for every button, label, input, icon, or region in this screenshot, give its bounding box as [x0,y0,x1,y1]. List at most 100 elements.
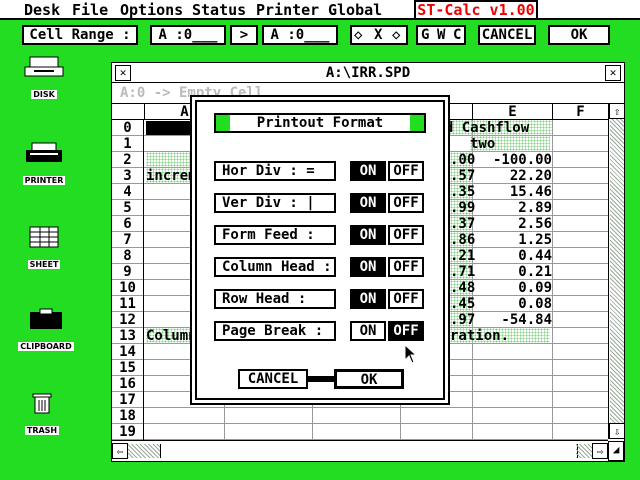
row-number[interactable]: 13 [112,328,144,344]
hor-div-on-button[interactable]: ON [350,161,386,181]
table-cell[interactable]: 1.25 [472,232,552,248]
row-number[interactable]: 19 [112,424,144,440]
resize-icon[interactable]: ◢ [608,441,624,461]
row-number[interactable]: 10 [112,280,144,296]
from-cell-field[interactable]: A :0___ [150,25,226,45]
table-cell[interactable]: .71 [450,264,475,280]
row-number[interactable]: 5 [112,200,144,216]
w-button[interactable]: W [437,27,445,43]
toolbar-ok-button[interactable]: OK [548,25,610,45]
menu-global[interactable]: Global [328,1,382,19]
table-cell[interactable]: 22.20 [472,168,552,184]
menu-options[interactable]: Options [120,1,183,19]
table-cell[interactable]: .21 [450,248,475,264]
menu-status[interactable]: Status [192,1,246,19]
desktop-icon-printer[interactable]: PRINTER [12,142,76,187]
row-number[interactable]: 3 [112,168,144,184]
vertical-scrollbar[interactable]: ⇧ ⇩ [608,103,625,439]
table-cell[interactable]: .00 [450,152,475,168]
form-feed-off-button[interactable]: OFF [388,225,424,245]
table-cell[interactable]: .97 [450,312,475,328]
row-number[interactable]: 1 [112,136,144,152]
column-head-on-button[interactable]: ON [350,257,386,277]
range-arrow-button[interactable]: > [230,25,258,45]
hor-div-off-button[interactable]: OFF [388,161,424,181]
scroll-left-icon[interactable]: ⇦ [112,443,128,459]
table-cell[interactable]: .48 [450,280,475,296]
table-cell[interactable]: -100.00 [472,152,552,168]
table-cell[interactable]: .35 [450,184,475,200]
table-cell[interactable]: .99 [450,200,475,216]
row-number[interactable]: 17 [112,392,144,408]
table-cell[interactable]: 15.46 [472,184,552,200]
scroll-track[interactable] [610,119,624,423]
row-number[interactable]: 14 [112,344,144,360]
scroll-up-icon[interactable]: ⇧ [609,103,625,119]
option-hor-div[interactable]: Hor Div : = [214,161,336,181]
row-number[interactable]: 0 [112,120,144,136]
option-form-feed[interactable]: Form Feed : [214,225,336,245]
scroll-track[interactable] [576,444,592,458]
menu-file[interactable]: File [72,1,108,19]
c-button[interactable]: C [453,27,461,43]
to-cell-field[interactable]: A :0___ [262,25,338,45]
option-column-head[interactable]: Column Head : [214,257,336,277]
form-feed-on-button[interactable]: ON [350,225,386,245]
table-cell[interactable]: .45 [450,296,475,312]
scroll-right-icon[interactable]: ⇨ [592,443,608,459]
table-cell[interactable]: -54.84 [472,312,552,328]
window-title-bar[interactable]: ✕ A:\IRR.SPD ✕ [112,63,624,83]
table-cell[interactable]: 0.09 [472,280,552,296]
menu-desk[interactable]: Desk [24,1,60,19]
option-page-break[interactable]: Page Break : [214,321,336,341]
table-cell[interactable]: 2.56 [472,216,552,232]
row-head-off-button[interactable]: OFF [388,289,424,309]
ver-div-on-button[interactable]: ON [350,193,386,213]
fullscreen-icon[interactable]: ✕ [605,65,621,81]
column-head-off-button[interactable]: OFF [388,257,424,277]
row-number[interactable]: 11 [112,296,144,312]
toolbar-cancel-button[interactable]: CANCEL [478,25,536,45]
table-cell[interactable]: .57 [450,168,475,184]
scroll-down-icon[interactable]: ⇩ [609,423,625,439]
ver-div-off-button[interactable]: OFF [388,193,424,213]
table-cell[interactable]: 0.21 [472,264,552,280]
row-number[interactable]: 8 [112,248,144,264]
dialog-cancel-button[interactable]: CANCEL [238,369,308,389]
row-number[interactable]: 18 [112,408,144,424]
table-cell[interactable]: 0.08 [472,296,552,312]
scroll-track[interactable] [128,444,160,458]
desktop-icon-trash[interactable]: TRASH [10,392,74,437]
row-number[interactable]: 16 [112,376,144,392]
row-number[interactable]: 4 [112,184,144,200]
row-number[interactable]: 9 [112,264,144,280]
page-break-on-button[interactable]: ON [350,321,386,341]
option-row-head[interactable]: Row Head : [214,289,336,309]
menu-printer[interactable]: Printer [256,1,319,19]
nav-left-icon[interactable]: ◇ [354,27,362,43]
column-header[interactable]: E [472,104,552,120]
horizontal-scrollbar[interactable]: ⇦ ⇨ [112,440,608,461]
row-number[interactable]: 12 [112,312,144,328]
nav-right-icon[interactable]: ◇ [392,27,400,43]
option-ver-div[interactable]: Ver Div : | [214,193,336,213]
table-cell[interactable]: 0.44 [472,248,552,264]
row-number[interactable]: 2 [112,152,144,168]
table-cell[interactable]: two [470,136,550,152]
desktop-icon-sheet[interactable]: SHEET [12,226,76,271]
scroll-thumb[interactable] [160,444,578,458]
row-number[interactable]: 7 [112,232,144,248]
row-number[interactable]: 6 [112,216,144,232]
table-cell[interactable]: ration. [450,328,550,344]
g-button[interactable]: G [421,27,429,43]
table-cell[interactable]: .86 [450,232,475,248]
row-head-on-button[interactable]: ON [350,289,386,309]
x-button[interactable]: X [374,27,382,43]
column-header[interactable]: F [552,104,608,120]
table-cell[interactable]: 2.89 [472,200,552,216]
row-number[interactable]: 15 [112,360,144,376]
desktop-icon-clipboard[interactable]: CLIPBOARD [14,308,78,353]
desktop-icon-disk[interactable]: DISK [12,56,76,101]
table-cell[interactable]: .37 [450,216,475,232]
dialog-ok-button[interactable]: OK [334,369,404,389]
